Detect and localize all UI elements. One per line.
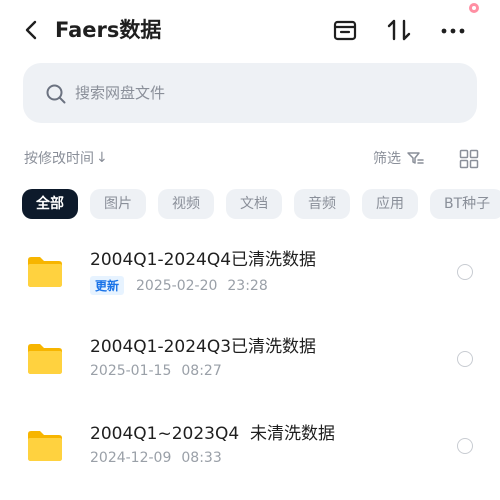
folder-icon: [28, 344, 62, 374]
select-radio[interactable]: [457, 438, 473, 454]
file-name: 2004Q1-2024Q4已清洗数据: [90, 250, 317, 270]
select-radio[interactable]: [457, 351, 473, 367]
update-badge: 更新: [90, 276, 125, 295]
search-input[interactable]: [75, 79, 435, 107]
category-tabs: 全部 图片 视频 文档 音频 应用 BT种子: [22, 189, 500, 219]
file-time: 08:33: [181, 450, 222, 466]
page-title: Faers数据: [55, 18, 162, 42]
search-icon: [46, 84, 66, 104]
filter-control[interactable]: 筛选: [373, 148, 424, 168]
search-bar[interactable]: [23, 63, 477, 123]
filter-label: 筛选: [373, 151, 401, 167]
tab-images[interactable]: 图片: [90, 189, 146, 219]
archive-icon[interactable]: [331, 16, 359, 44]
sort-arrows-icon[interactable]: [385, 16, 413, 44]
file-date: 2024-12-09: [90, 450, 172, 466]
folder-icon: [28, 431, 62, 461]
tab-audio[interactable]: 音频: [294, 189, 350, 219]
sort-arrow-icon: ↓: [96, 150, 108, 166]
file-meta: 2024-12-09 08:33: [90, 450, 222, 466]
more-icon[interactable]: [439, 16, 467, 44]
top-bar: Faers数据: [0, 0, 500, 60]
tab-videos[interactable]: 视频: [158, 189, 214, 219]
file-name: 2004Q1~2023Q4 未清洗数据: [90, 424, 335, 444]
tab-apps[interactable]: 应用: [362, 189, 418, 219]
tab-bt-torrents[interactable]: BT种子: [430, 189, 500, 219]
file-date: 2025-02-20: [136, 277, 218, 294]
back-icon[interactable]: [20, 18, 44, 42]
sort-label: 按修改时间: [24, 151, 94, 167]
file-meta: 更新 2025-02-20 23:28: [90, 276, 268, 295]
file-meta: 2025-01-15 08:27: [90, 363, 222, 379]
folder-icon: [28, 257, 62, 287]
grid-view-icon[interactable]: [459, 149, 479, 169]
notification-dot: [469, 3, 479, 13]
tab-documents[interactable]: 文档: [226, 189, 282, 219]
file-date: 2025-01-15: [90, 363, 172, 379]
sort-control[interactable]: 按修改时间 ↓: [24, 148, 108, 168]
file-row[interactable]: 2004Q1~2023Q4 未清洗数据 2024-12-09 08:33: [0, 410, 500, 480]
file-time: 08:27: [181, 363, 222, 379]
select-radio[interactable]: [457, 264, 473, 280]
file-row[interactable]: 2004Q1-2024Q4已清洗数据 更新 2025-02-20 23:28: [0, 236, 500, 306]
file-time: 23:28: [227, 277, 268, 294]
file-row[interactable]: 2004Q1-2024Q3已清洗数据 2025-01-15 08:27: [0, 323, 500, 393]
file-name: 2004Q1-2024Q3已清洗数据: [90, 337, 317, 357]
filter-icon: [407, 152, 424, 164]
tab-all[interactable]: 全部: [22, 189, 78, 219]
